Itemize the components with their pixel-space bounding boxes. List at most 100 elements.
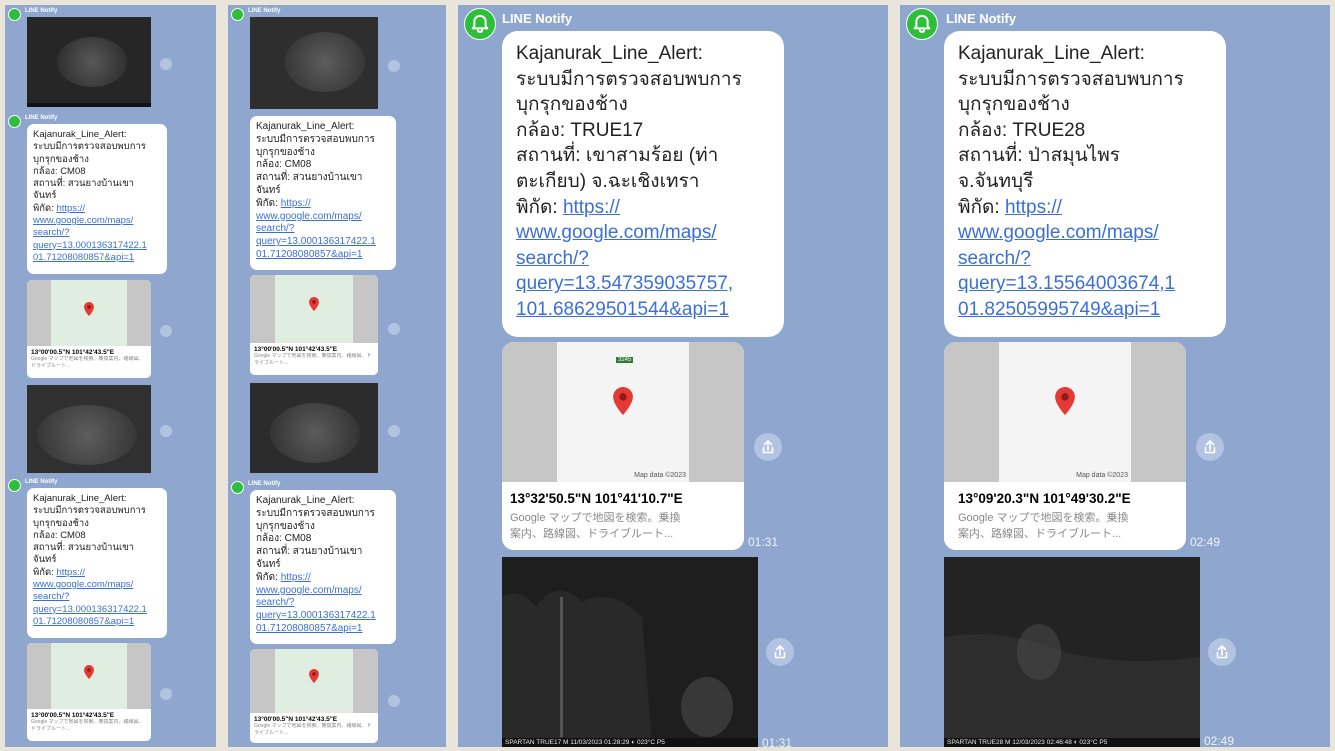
msg-line: ระบบมีการตรวจสอบพบการ: [33, 141, 146, 153]
photo-glow: [285, 32, 365, 92]
road-badge: 3245: [616, 357, 634, 363]
camera-photo[interactable]: SPARTAN TRUE28 M 12/03/2023 02:46:48 ◐ 0…: [944, 557, 1200, 747]
map-side: [1131, 342, 1186, 482]
share-icon[interactable]: [766, 638, 794, 666]
share-icon[interactable]: [160, 688, 172, 700]
share-glyph: [1216, 645, 1228, 659]
maps-link[interactable]: https://: [563, 197, 620, 218]
maps-link[interactable]: 01.71208080857&api=1: [33, 616, 161, 628]
maps-link[interactable]: search/?: [33, 591, 161, 603]
sender-avatar[interactable]: [8, 8, 21, 21]
share-icon[interactable]: [754, 433, 782, 461]
maps-link[interactable]: https://: [281, 198, 311, 209]
timestamp: 01:31: [748, 535, 779, 549]
chat-panel-1: LINE Notify LINE Notify Kajanurak_Line_A…: [5, 5, 216, 747]
maps-link[interactable]: www.google.com/maps/: [256, 211, 390, 224]
map-caption: 13°09'20.3"N 101°49'30.2"E Google マップで地図…: [944, 482, 1186, 550]
map-preview[interactable]: Map data ©2023 13°09'20.3"N 101°49'30.2"…: [944, 342, 1186, 550]
share-icon[interactable]: [160, 425, 172, 437]
camera-photo[interactable]: [250, 17, 378, 109]
maps-link[interactable]: query=13.000136317422.1: [256, 610, 390, 623]
sender-avatar[interactable]: [906, 8, 938, 40]
maps-link[interactable]: query=13.000136317422.1: [33, 240, 161, 252]
bell-icon: [471, 14, 489, 33]
sender-avatar[interactable]: [8, 479, 21, 492]
msg-line: กล้อง: CM08: [256, 533, 312, 545]
map-title: 13°00'00.5"N 101°42'43.5"E: [31, 349, 115, 356]
camera-photo[interactable]: SPARTAN TRUE17 M 11/03/2023 01:28:29 ◐ 0…: [502, 557, 758, 747]
trees-silhouette: [502, 590, 733, 747]
maps-link[interactable]: search/?: [958, 246, 1212, 272]
msg-line: สถานที่: สวนยางบ้านเขา: [33, 542, 135, 554]
map-title: 13°09'20.3"N 101°49'30.2"E: [958, 491, 1131, 506]
share-icon[interactable]: [1208, 638, 1236, 666]
sender-avatar[interactable]: [231, 8, 244, 21]
maps-link[interactable]: query=13.547359035757,: [516, 271, 770, 297]
maps-link[interactable]: 01.71208080857&api=1: [256, 623, 390, 636]
map-preview[interactable]: 13°00'00.5"N 101°42'43.5"E Google マップで地図…: [250, 275, 378, 375]
maps-link[interactable]: https://: [1005, 197, 1062, 218]
maps-link[interactable]: www.google.com/maps/: [958, 220, 1212, 246]
maps-link[interactable]: www.google.com/maps/: [33, 215, 161, 227]
share-icon[interactable]: [388, 60, 400, 72]
map-preview[interactable]: 13°00'00.5"N 101°42'43.5"E Google マップで地図…: [250, 649, 378, 743]
maps-link[interactable]: www.google.com/maps/: [516, 220, 770, 246]
maps-link[interactable]: 01.71208080857&api=1: [33, 252, 161, 264]
maps-link[interactable]: https://: [281, 572, 311, 583]
msg-line: บุกรุกของช้าง: [958, 94, 1070, 116]
map-desc: 案内、路線図、ドライブルート...: [510, 528, 674, 540]
maps-link[interactable]: https://: [56, 567, 85, 578]
maps-link[interactable]: query=13.000136317422.1: [33, 604, 161, 616]
share-icon[interactable]: [388, 323, 400, 335]
msg-line: สถานที่: สวนยางบ้านเขา: [33, 178, 135, 190]
msg-line: สถานที่: สวนยางบ้านเขา: [256, 546, 363, 558]
maps-link[interactable]: search/?: [256, 597, 390, 610]
map-tile: [250, 649, 378, 713]
map-desc: Google マップで地図を検索。乗換: [958, 512, 1129, 524]
maps-link[interactable]: www.google.com/maps/: [33, 579, 161, 591]
msg-line: ระบบมีการตรวจสอบพบการ: [33, 505, 146, 517]
timestamp: 02:49: [1204, 734, 1235, 747]
map-preview[interactable]: 13°00'00.5"N 101°42'43.5"E Google マップで地図…: [27, 280, 151, 378]
share-icon[interactable]: [388, 695, 400, 707]
maps-link[interactable]: 101.68629501544&api=1: [516, 297, 770, 323]
share-icon[interactable]: [160, 58, 172, 70]
alert-message: Kajanurak_Line_Alert: ระบบมีการตรวจสอบพบ…: [250, 116, 396, 270]
camera-photo[interactable]: [250, 383, 378, 473]
share-icon[interactable]: [160, 325, 172, 337]
map-title: 13°00'00.5"N 101°42'43.5"E: [254, 346, 338, 353]
msg-line: กล้อง: TRUE28: [958, 119, 1086, 141]
maps-link[interactable]: www.google.com/maps/: [256, 585, 390, 598]
maps-link[interactable]: search/?: [33, 227, 161, 239]
map-preview[interactable]: 13°00'00.5"N 101°42'43.5"E Google マップで地図…: [27, 643, 151, 741]
coord-label: พิกัด:: [256, 571, 281, 583]
alert-message: Kajanurak_Line_Alert: ระบบมีการตรวจสอบพบ…: [250, 490, 396, 644]
msg-line: จันทร์: [33, 190, 57, 202]
sender-avatar[interactable]: [464, 8, 496, 40]
sender-avatar[interactable]: [231, 481, 244, 494]
maps-link[interactable]: https://: [56, 203, 85, 214]
camera-photo[interactable]: [27, 17, 151, 107]
sender-avatar[interactable]: [8, 115, 21, 128]
map-preview[interactable]: 3245 Map data ©2023 13°32'50.5"N 101°41'…: [502, 342, 744, 550]
maps-link[interactable]: search/?: [516, 246, 770, 272]
chat-panel-2: LINE Notify Kajanurak_Line_Alert: ระบบมี…: [228, 5, 446, 747]
share-icon[interactable]: [1196, 433, 1224, 461]
camera-photo[interactable]: [27, 385, 151, 473]
maps-link[interactable]: query=13.000136317422.1: [256, 236, 390, 249]
sender-name: LINE Notify: [502, 11, 573, 26]
map-side: [127, 643, 151, 709]
maps-link[interactable]: search/?: [256, 223, 390, 236]
map-tile: [27, 280, 151, 346]
msg-line: กล้อง: TRUE17: [516, 119, 644, 141]
map-attribution: Map data ©2023: [634, 472, 686, 479]
msg-line: ระบบมีการตรวจสอบพบการ: [256, 507, 375, 519]
msg-line: ระบบมีการตรวจสอบพบการ: [256, 133, 375, 145]
map-side: [353, 649, 378, 713]
maps-link[interactable]: query=13.15564003674,1: [958, 271, 1212, 297]
msg-line: สถานที่: ป่าสมุนไพร: [958, 145, 1120, 167]
maps-link[interactable]: 01.82505995749&api=1: [958, 297, 1212, 323]
coord-label: พิกัด:: [33, 566, 57, 578]
share-icon[interactable]: [388, 425, 400, 437]
maps-link[interactable]: 01.71208080857&api=1: [256, 249, 390, 262]
